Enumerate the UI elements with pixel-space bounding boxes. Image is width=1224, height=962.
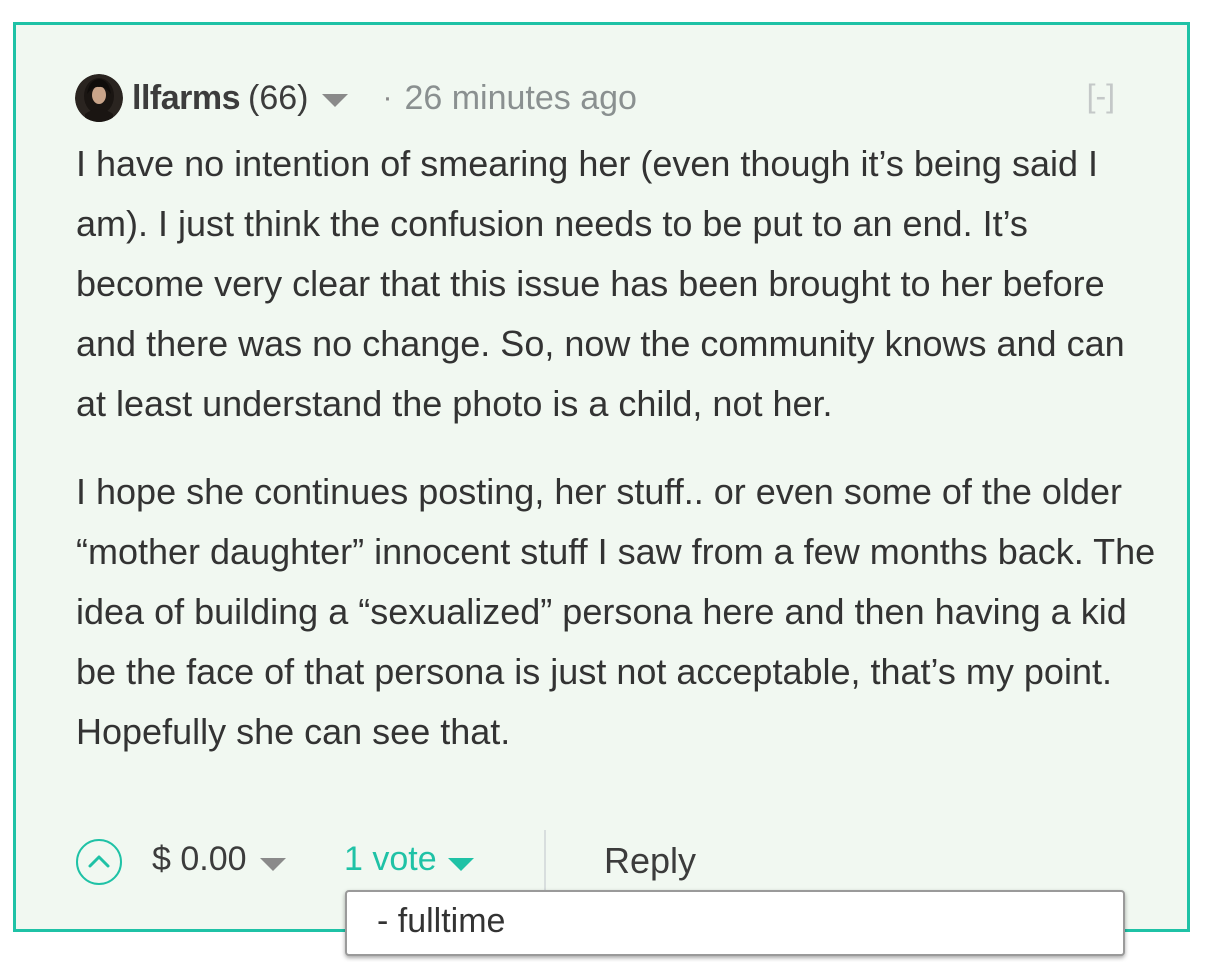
avatar-image	[75, 74, 123, 122]
reply-button[interactable]: Reply	[604, 840, 696, 882]
footer-divider	[544, 830, 546, 890]
vote-count-link[interactable]: 1 vote	[344, 840, 437, 879]
author-menu-caret-down-icon[interactable]	[322, 93, 349, 107]
votes-caret-down-icon[interactable]	[448, 858, 474, 871]
avatar[interactable]	[75, 74, 123, 122]
payout-value: $ 0.00	[152, 840, 247, 878]
upvote-button[interactable]	[76, 839, 122, 885]
comment-body: I have no intention of smearing her (eve…	[76, 134, 1156, 790]
comment-timestamp[interactable]: 26 minutes ago	[404, 79, 637, 118]
comment-header: llfarms (66) · 26 minutes ago [-]	[75, 72, 1125, 124]
comment-paragraph: I have no intention of smearing her (eve…	[76, 143, 1125, 424]
voter-list-item[interactable]: - fulltime	[377, 902, 505, 941]
payout-caret-down-icon[interactable]	[260, 858, 286, 871]
author-reputation: (66)	[248, 78, 309, 117]
author-name[interactable]: llfarms	[132, 79, 241, 118]
voters-dropdown: - fulltime	[345, 890, 1125, 956]
comment-paragraph: I hope she continues posting, her stuff.…	[76, 471, 1156, 752]
upvote-chevron-icon	[88, 855, 110, 868]
collapse-toggle[interactable]: [-]	[1087, 78, 1115, 115]
header-separator: ·	[382, 81, 393, 114]
page: llfarms (66) · 26 minutes ago [-] I have…	[0, 0, 1224, 962]
